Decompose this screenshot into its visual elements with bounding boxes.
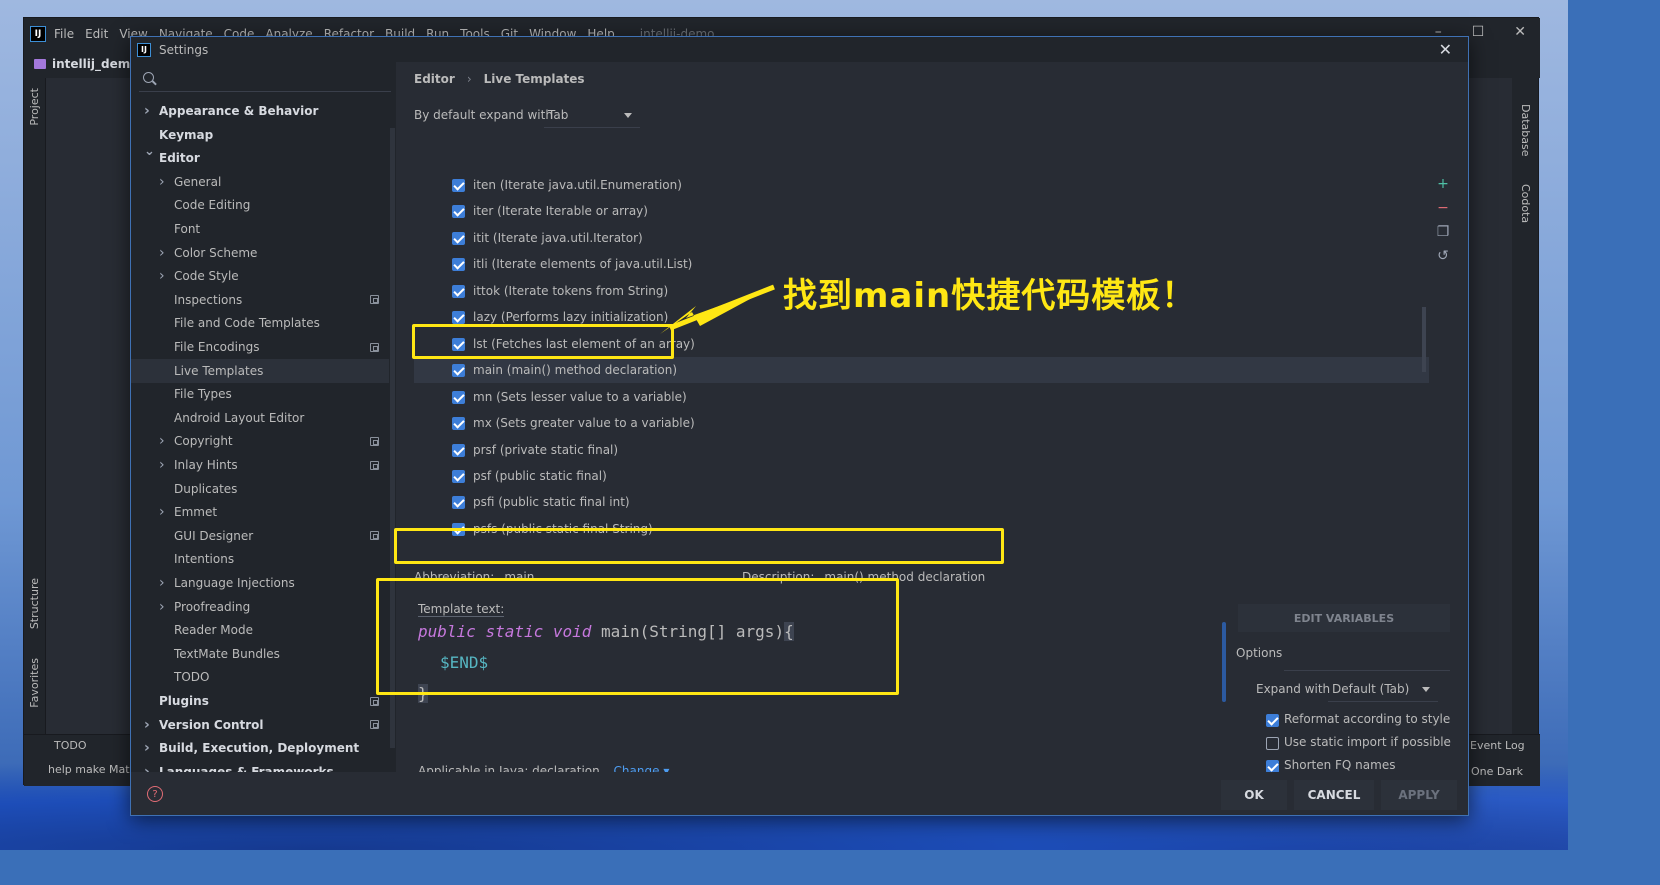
arrow-shaft bbox=[669, 284, 775, 331]
annotation-arrow-icon bbox=[660, 284, 775, 334]
annotation-text: 找到main快捷代码模板！ bbox=[783, 276, 1197, 316]
